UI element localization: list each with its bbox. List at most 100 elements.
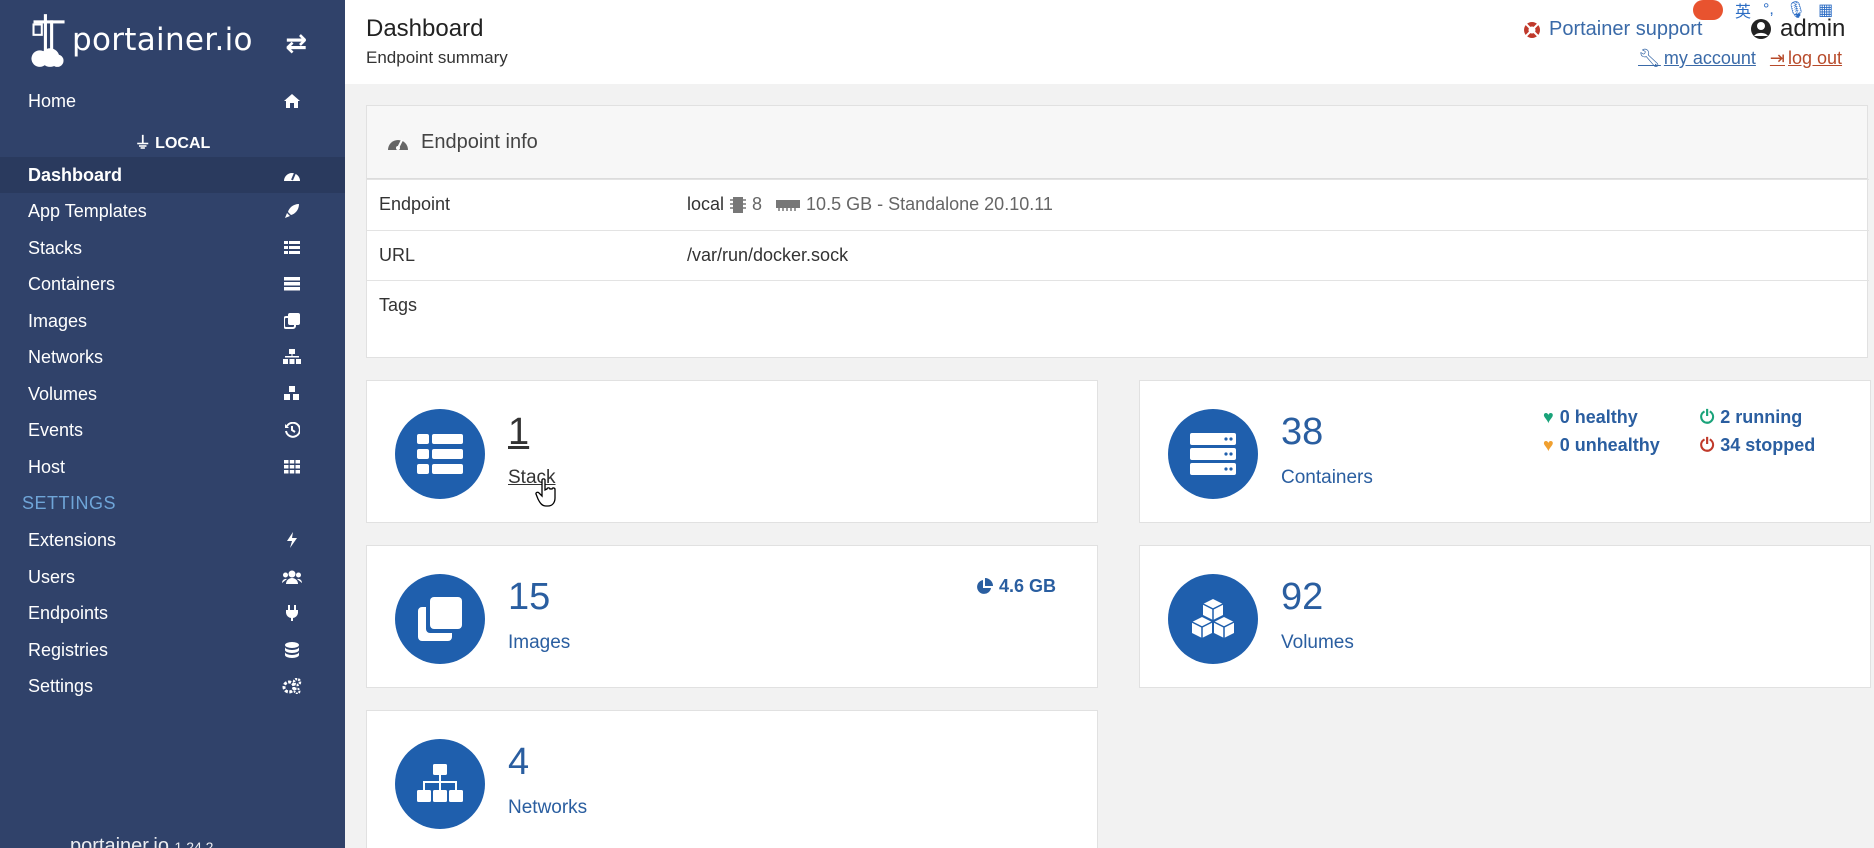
pie-chart-icon bbox=[977, 577, 993, 594]
log-out-link[interactable]: ⇥ log out bbox=[1770, 48, 1842, 69]
my-account-link[interactable]: 🔧︎ my account bbox=[1638, 48, 1756, 69]
url-row: URL /var/run/docker.sock bbox=[367, 230, 1869, 280]
unhealthy-status: ♥ 0 unhealthy bbox=[1543, 435, 1660, 455]
server-icon bbox=[282, 274, 302, 294]
tags-row: Tags bbox=[367, 280, 1869, 358]
bolt-icon bbox=[282, 530, 302, 550]
networks-count: 4 bbox=[508, 741, 530, 783]
heartbeat-icon: ♥ bbox=[1543, 435, 1554, 455]
sidebar-item-users[interactable]: Users bbox=[0, 559, 345, 595]
sidebar-item-home[interactable]: Home bbox=[0, 83, 345, 119]
sidebar-item-extensions[interactable]: Extensions bbox=[0, 522, 345, 558]
clone-icon bbox=[282, 311, 302, 331]
running-status: ⏻ 2 running bbox=[1700, 407, 1803, 427]
images-icon-circle bbox=[395, 574, 485, 664]
containers-label: Containers bbox=[1281, 467, 1373, 488]
networks-widget[interactable]: 4 Networks bbox=[366, 710, 1098, 848]
cogs-icon bbox=[282, 676, 302, 696]
images-count: 15 bbox=[508, 576, 551, 618]
settings-section-heading: SETTINGS bbox=[22, 493, 117, 513]
endpoint-info-header: Endpoint info bbox=[367, 106, 1867, 179]
sidebar-item-registries[interactable]: Registries bbox=[0, 632, 345, 668]
containers-icon-circle bbox=[1168, 409, 1258, 499]
images-size: 4.6 GB bbox=[975, 576, 1056, 597]
sidebar-item-images[interactable]: Images bbox=[0, 303, 345, 339]
sidebar-item-dashboard[interactable]: Dashboard bbox=[0, 157, 345, 193]
sitemap-icon bbox=[417, 764, 463, 802]
volumes-icon-circle bbox=[1168, 574, 1258, 664]
sidebar: portainer.io ⇄ Home ⏚ LOCAL Dashboard Ap… bbox=[0, 0, 345, 848]
stacks-count[interactable]: 1 bbox=[508, 411, 529, 454]
volumes-count: 92 bbox=[1281, 576, 1324, 618]
sidebar-item-settings[interactable]: Settings bbox=[0, 668, 345, 704]
cubes-icon bbox=[282, 384, 302, 404]
hand-pointer-cursor-icon bbox=[535, 478, 556, 507]
brand: portainer.io ⇄ bbox=[0, 0, 345, 80]
containers-count: 38 bbox=[1281, 411, 1324, 453]
sidebar-item-label: Home bbox=[28, 90, 77, 111]
stacks-icon-circle bbox=[395, 409, 485, 499]
page-subtitle: Endpoint summary bbox=[366, 48, 508, 67]
dashboard-icon bbox=[282, 165, 302, 185]
memory-icon bbox=[776, 199, 801, 211]
user-menu: admin bbox=[1750, 15, 1845, 43]
cpu-count: 8 bbox=[752, 194, 763, 214]
sidebar-item-containers[interactable]: Containers bbox=[0, 266, 345, 302]
wrench-icon: 🔧︎ bbox=[1638, 48, 1661, 68]
sidebar-item-events[interactable]: Events bbox=[0, 412, 345, 448]
plug-icon: ⏚ bbox=[134, 135, 151, 152]
power-icon: ⏻ bbox=[1700, 435, 1715, 455]
user-circle-icon bbox=[1751, 19, 1771, 39]
cubes-icon bbox=[1191, 599, 1235, 638]
sidebar-toggle-icon[interactable]: ⇄ bbox=[285, 28, 307, 59]
url-value: /var/run/docker.sock bbox=[687, 245, 849, 265]
endpoint-row: Endpoint local 8 10.5 GB - Standalone 20… bbox=[367, 179, 1869, 229]
images-label: Images bbox=[508, 632, 571, 653]
ime-logo-icon bbox=[1693, 0, 1723, 20]
grid-icon bbox=[282, 457, 302, 477]
healthy-status: ♥ 0 healthy bbox=[1543, 407, 1638, 427]
database-icon bbox=[282, 640, 302, 660]
server-icon bbox=[1190, 433, 1236, 475]
account-links: 🔧︎ my account ⇥ log out bbox=[1638, 48, 1842, 69]
list-icon bbox=[282, 238, 302, 258]
sidebar-item-host[interactable]: Host bbox=[0, 449, 345, 485]
page-header: Dashboard Endpoint summary 英 °, 🎙 ▦ Port… bbox=[345, 0, 1874, 84]
brand-name: portainer.io bbox=[72, 22, 253, 58]
sidebar-item-networks[interactable]: Networks bbox=[0, 339, 345, 375]
rocket-icon bbox=[282, 201, 302, 221]
stopped-status: ⏻ 34 stopped bbox=[1700, 435, 1816, 455]
sidebar-footer: portainer.io 1.24.2 bbox=[70, 835, 214, 848]
sidebar-item-volumes[interactable]: Volumes bbox=[0, 376, 345, 412]
page-title: Dashboard bbox=[366, 15, 484, 42]
stacks-widget[interactable]: 1 Stack bbox=[366, 380, 1098, 523]
containers-widget[interactable]: 38 Containers ♥ 0 healthy ⏻ 2 running ♥ … bbox=[1139, 380, 1871, 523]
portainer-support-link[interactable]: Portainer support bbox=[1523, 18, 1702, 41]
history-icon bbox=[282, 420, 302, 440]
plug-icon bbox=[282, 603, 302, 623]
microchip-icon bbox=[730, 196, 747, 213]
volumes-label: Volumes bbox=[1281, 632, 1354, 653]
clone-icon bbox=[418, 597, 462, 641]
endpoint-info-card: Endpoint info Endpoint local 8 10.5 GB -… bbox=[366, 105, 1869, 358]
endpoint-name-value: local bbox=[687, 194, 725, 214]
networks-icon-circle bbox=[395, 739, 485, 829]
sidebar-item-app-templates[interactable]: App Templates bbox=[0, 193, 345, 229]
sidebar-item-stacks[interactable]: Stacks bbox=[0, 230, 345, 266]
images-widget[interactable]: 15 Images 4.6 GB bbox=[366, 545, 1098, 688]
memory-info: 10.5 GB - Standalone 20.10.11 bbox=[806, 194, 1053, 214]
networks-label: Networks bbox=[508, 797, 588, 818]
endpoint-name: ⏚ LOCAL bbox=[134, 135, 211, 152]
tachometer-icon bbox=[388, 139, 408, 150]
portainer-logo-icon bbox=[31, 14, 65, 67]
sitemap-icon bbox=[282, 347, 302, 367]
power-icon: ⏻ bbox=[1700, 407, 1715, 427]
list-icon bbox=[417, 434, 463, 474]
heartbeat-icon: ♥ bbox=[1543, 407, 1554, 427]
users-icon bbox=[282, 567, 302, 587]
sign-out-icon: ⇥ bbox=[1769, 48, 1785, 68]
life-ring-icon bbox=[1524, 21, 1540, 38]
home-icon bbox=[282, 91, 302, 111]
sidebar-item-endpoints[interactable]: Endpoints bbox=[0, 595, 345, 631]
volumes-widget[interactable]: 92 Volumes bbox=[1139, 545, 1871, 688]
